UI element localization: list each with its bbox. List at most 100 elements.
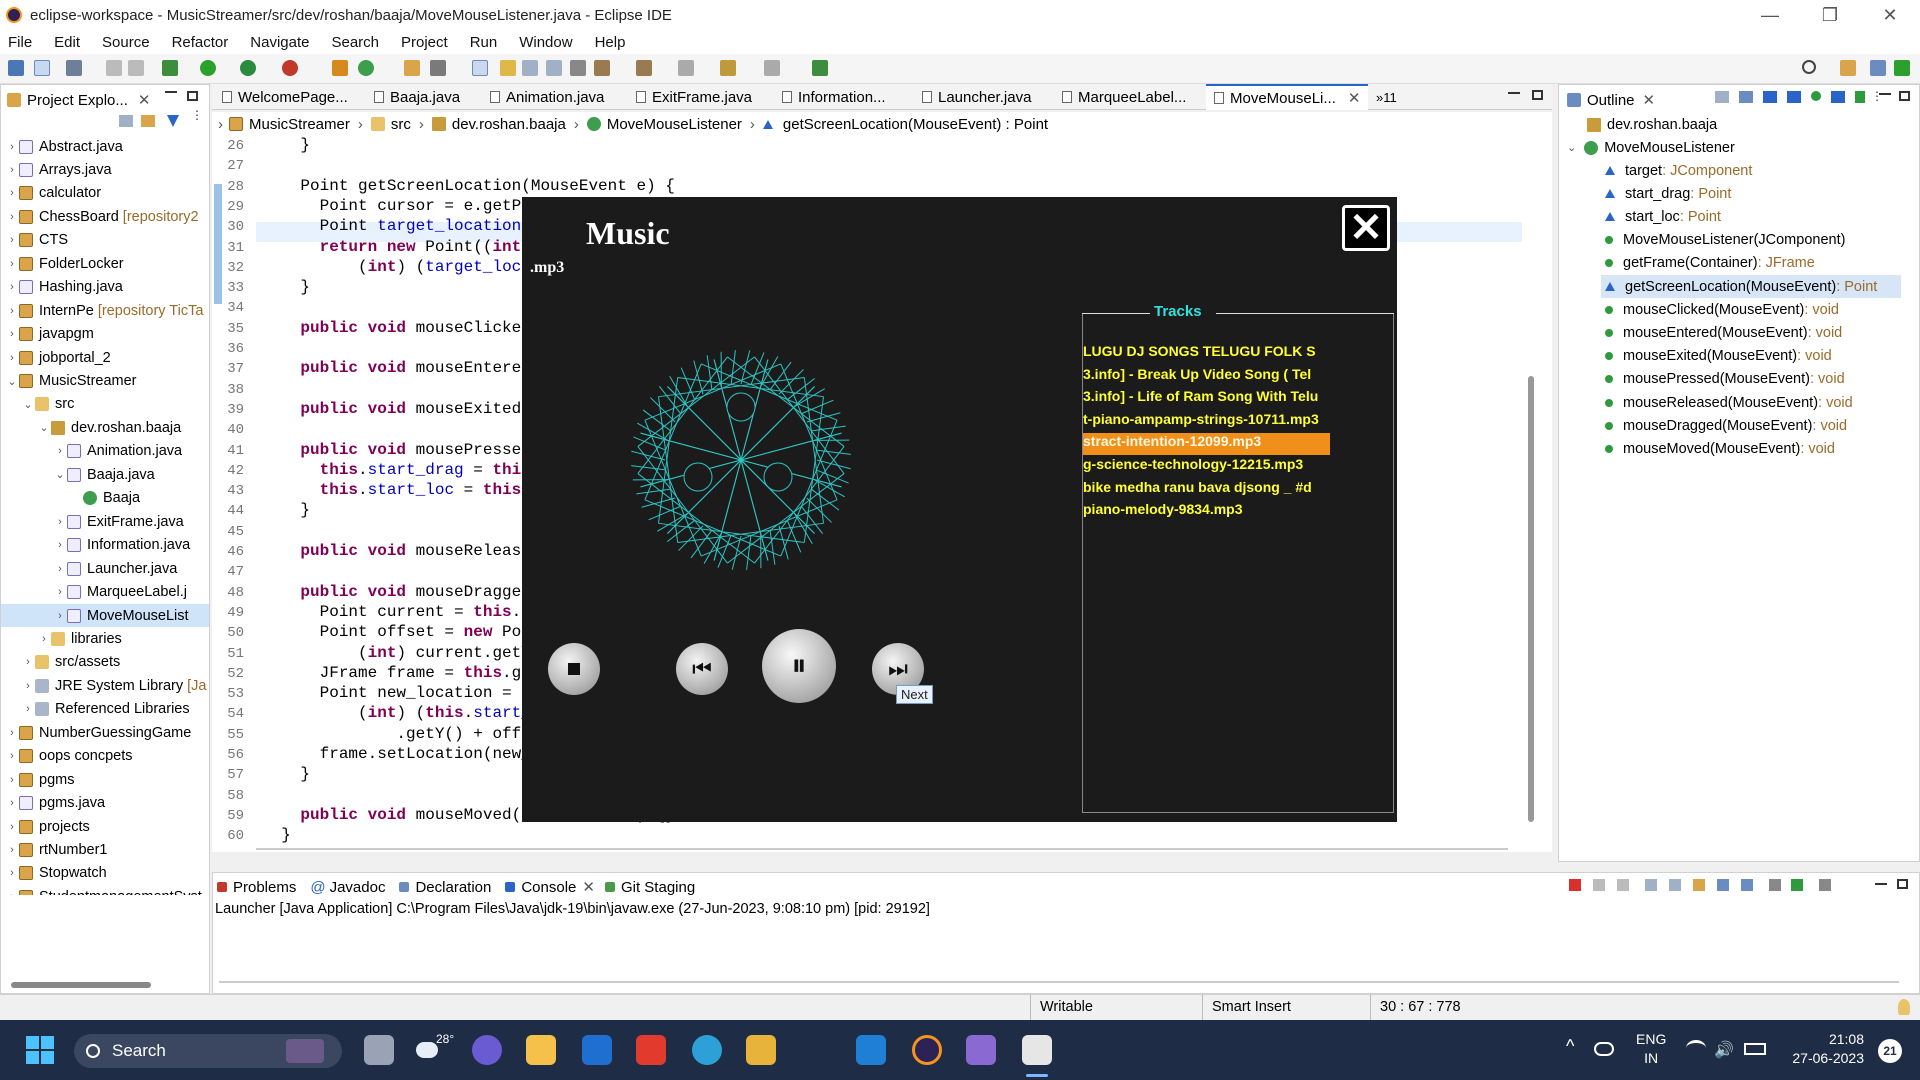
console-hscroll[interactable] xyxy=(219,981,1899,983)
outline-member[interactable]: target : JComponent xyxy=(1605,159,1752,182)
hide-static-icon[interactable] xyxy=(1787,91,1801,103)
remove-all-icon[interactable] xyxy=(1617,879,1629,891)
outline-member[interactable]: mousePressed(MouseEvent) : void xyxy=(1605,368,1845,391)
sort-icon[interactable] xyxy=(1739,91,1753,103)
volume-icon[interactable]: 🔊 xyxy=(1714,1040,1734,1060)
onedrive-icon[interactable] xyxy=(1594,1042,1614,1056)
photos-icon[interactable] xyxy=(746,1035,776,1065)
clock[interactable]: 21:08 27-06-2023 xyxy=(1780,1030,1864,1068)
file-explorer-icon[interactable] xyxy=(526,1035,556,1065)
track-item[interactable]: 3.info] - Break Up Video Song ( Tel xyxy=(1083,366,1330,388)
collapse-all-icon[interactable] xyxy=(1715,91,1729,103)
code-line: Point getScreenLocation(MouseEvent e) { xyxy=(262,176,675,195)
taskbar-search-box[interactable]: Search xyxy=(74,1034,342,1068)
outline-member[interactable]: start_drag : Point xyxy=(1605,182,1731,205)
chevron-right-icon[interactable]: › xyxy=(5,891,19,895)
tab-problems[interactable]: Problems xyxy=(233,879,296,896)
outline-member[interactable]: getFrame(Container) : JFrame xyxy=(1605,252,1815,275)
tree-item[interactable]: › Stopwatch xyxy=(1,862,107,885)
tab-declaration[interactable]: Declaration xyxy=(415,879,491,896)
clipchamp-icon[interactable] xyxy=(966,1035,996,1065)
track-item[interactable]: 3.info] - Life of Ram Song With Telu xyxy=(1083,388,1330,410)
word-wrap-icon[interactable] xyxy=(1669,879,1681,891)
terminate-icon[interactable] xyxy=(1569,879,1581,891)
chevron-right-icon[interactable]: › xyxy=(5,867,19,879)
editor-hscroll[interactable] xyxy=(256,848,1508,850)
pause-button[interactable]: ⏸ xyxy=(762,629,836,703)
track-item[interactable]: stract-intention-12099.mp3 xyxy=(1083,433,1330,456)
outline-member[interactable]: mouseDragged(MouseEvent) : void xyxy=(1605,414,1847,437)
track-item[interactable]: LUGU DJ SONGS TELUGU FOLK S xyxy=(1083,343,1330,365)
wifi-icon[interactable] xyxy=(1686,1040,1706,1056)
outline-member[interactable]: mouseClicked(MouseEvent) : void xyxy=(1605,298,1839,321)
outline-member[interactable]: start_loc : Point xyxy=(1605,205,1721,228)
restore-button[interactable]: ❐ xyxy=(1800,0,1860,30)
hide-local-types-icon[interactable] xyxy=(1831,91,1845,103)
tab-git-staging[interactable]: Git Staging xyxy=(621,879,695,896)
outline-package[interactable]: dev.roshan.baaja xyxy=(1587,113,1717,136)
method-icon xyxy=(1605,421,1613,430)
chevron-up-icon[interactable]: ^ xyxy=(1566,1036,1574,1057)
new-console-icon[interactable] xyxy=(1791,879,1803,891)
tab-javadoc[interactable]: Javadoc xyxy=(330,879,386,896)
maximize-panel-icon[interactable] xyxy=(1897,879,1908,889)
vscode-icon[interactable] xyxy=(856,1035,886,1065)
tab-outline[interactable]: Outline ✕ xyxy=(1567,89,1655,111)
link-editor-icon[interactable] xyxy=(1855,91,1865,103)
show-stdout-icon[interactable] xyxy=(1693,879,1705,891)
hide-nonpublic-icon[interactable] xyxy=(1811,91,1821,101)
horizontal-scrollbar[interactable] xyxy=(11,982,151,988)
track-item[interactable]: g-science-technology-12215.mp3 xyxy=(1083,456,1330,478)
console-view-menu-icon[interactable] xyxy=(1769,879,1781,891)
open-perspective-icon[interactable] xyxy=(1840,60,1856,76)
close-icon[interactable]: ✕ xyxy=(1643,91,1656,109)
eclipse-icon[interactable] xyxy=(912,1035,942,1065)
previous-button[interactable]: ⏮ xyxy=(676,643,728,695)
language-indicator[interactable]: ENG IN xyxy=(1636,1030,1666,1068)
track-item[interactable]: t-piano-ampamp-strings-10711.mp3 xyxy=(1083,411,1330,433)
weather-widget[interactable]: 28° xyxy=(416,1032,454,1062)
teams-chat-icon[interactable] xyxy=(472,1035,502,1065)
outline-member[interactable]: mouseMoved(MouseEvent) : void xyxy=(1605,437,1835,460)
view-menu-icon[interactable]: ⋮ xyxy=(1871,89,1883,103)
vertical-scrollbar[interactable] xyxy=(1528,376,1534,822)
minimize-panel-icon[interactable] xyxy=(1875,883,1887,885)
stop-button[interactable] xyxy=(548,643,600,695)
outline-member[interactable]: mouseReleased(MouseEvent) : void xyxy=(1605,391,1853,414)
task-view-icon[interactable] xyxy=(364,1035,394,1065)
outline-member[interactable]: mouseEntered(MouseEvent) : void xyxy=(1605,321,1842,344)
tip-icon[interactable] xyxy=(1898,999,1910,1015)
pin-console-icon[interactable] xyxy=(1717,879,1729,891)
java-icon[interactable] xyxy=(1022,1035,1052,1065)
maximize-panel-icon[interactable] xyxy=(1899,91,1910,101)
problems-icon xyxy=(217,882,227,892)
outline-member[interactable]: getScreenLocation(MouseEvent) : Point xyxy=(1601,275,1901,298)
tab-console[interactable]: Console xyxy=(521,879,576,896)
outline-member[interactable]: mouseExited(MouseEvent) : void xyxy=(1605,345,1832,368)
office-icon[interactable] xyxy=(636,1035,666,1065)
close-icon[interactable]: ✕ xyxy=(1342,205,1390,251)
display-console-icon[interactable] xyxy=(1741,879,1753,891)
outline-class[interactable]: ⌄ MoveMouseListener xyxy=(1567,136,1735,159)
hide-fields-icon[interactable] xyxy=(1763,91,1777,103)
track-item[interactable]: piano-melody-9834.mp3 xyxy=(1083,501,1330,523)
minimize-button[interactable]: — xyxy=(1740,0,1800,30)
search-icon[interactable] xyxy=(1802,60,1816,74)
battery-icon[interactable] xyxy=(1744,1043,1766,1055)
tree-item[interactable]: › StudentmanagementSyst xyxy=(1,885,202,895)
open-console-icon[interactable] xyxy=(1819,879,1831,891)
notification-badge[interactable]: 21 xyxy=(1878,1039,1902,1063)
edge-icon[interactable] xyxy=(692,1035,722,1065)
outline-member[interactable]: MoveMouseListener(JComponent) xyxy=(1605,229,1845,252)
start-button[interactable] xyxy=(26,1036,54,1064)
close-window-button[interactable]: ✕ xyxy=(1860,0,1920,30)
microsoft-store-icon[interactable] xyxy=(582,1035,612,1065)
music-player-window[interactable]: Music .mp3 ✕ Tracks ⏮ ⏸ ⏭ Next LUGU DJ S… xyxy=(522,197,1397,822)
scroll-lock-icon[interactable] xyxy=(1645,879,1657,891)
java-perspective-icon[interactable] xyxy=(1870,60,1886,76)
minimize-panel-icon[interactable] xyxy=(1879,93,1891,95)
close-icon[interactable]: ✕ xyxy=(582,878,595,896)
debug-perspective-icon[interactable] xyxy=(1894,60,1910,76)
remove-launch-icon[interactable] xyxy=(1593,879,1605,891)
track-item[interactable]: bike medha ranu bava djsong _ #d xyxy=(1083,479,1330,501)
